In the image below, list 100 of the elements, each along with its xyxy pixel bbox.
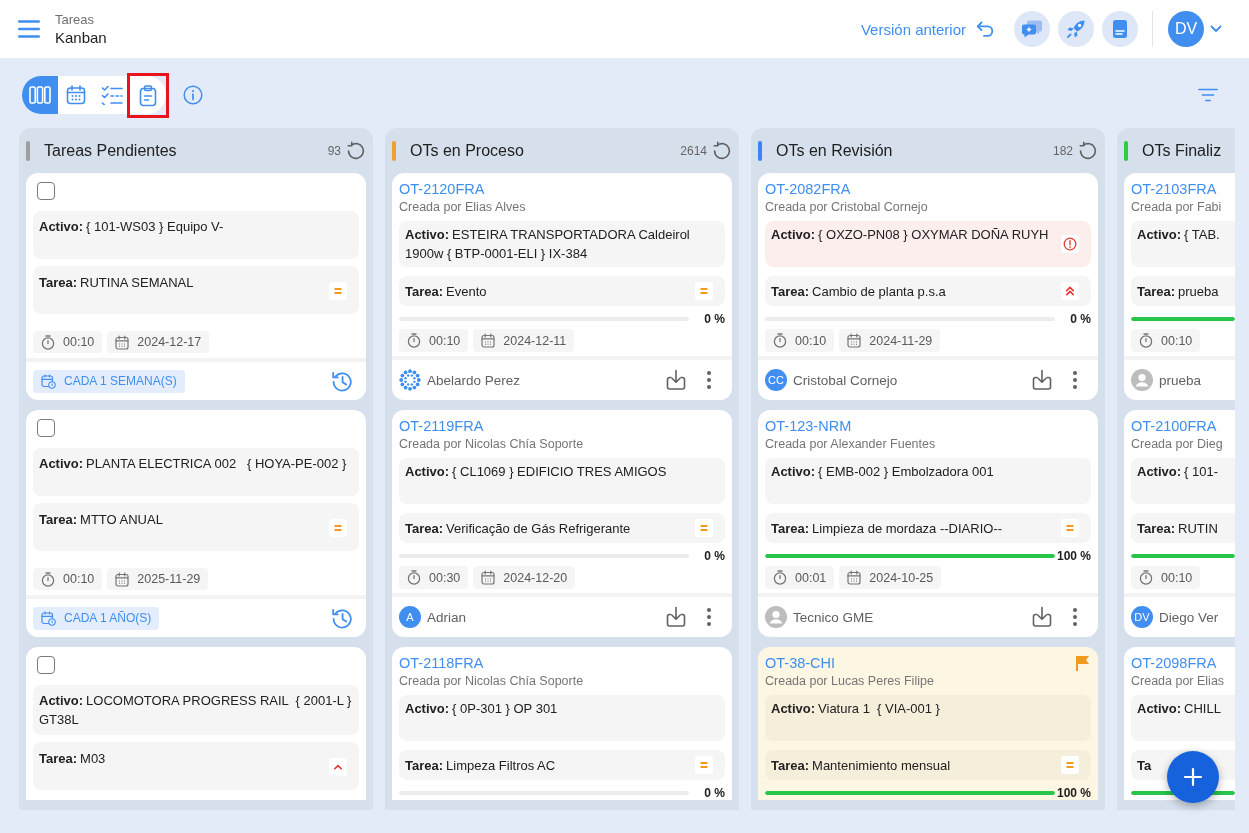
duration-text: 00:10	[1161, 333, 1193, 348]
plus-icon	[1183, 767, 1203, 787]
notes-button[interactable]	[1102, 11, 1138, 47]
document-icon	[1112, 19, 1128, 39]
more-vertical-icon[interactable]	[1073, 371, 1077, 389]
chat-button[interactable]	[1014, 11, 1050, 47]
task-text: Tarea: Evento	[405, 282, 488, 301]
asset-text: Activo: { CL1069 } EDIFICIO TRES AMIGOS	[405, 463, 668, 481]
task-text: Tarea: M03	[39, 750, 107, 768]
stopwatch-icon	[407, 333, 421, 348]
calendar-icon	[847, 333, 862, 348]
task-text: Tarea: RUTINA SEMANAL	[39, 274, 195, 292]
work-order-link[interactable]: OT-2119FRA	[399, 416, 484, 436]
calendar-icon	[481, 333, 496, 348]
asset-text: Activo: { TAB.	[1137, 226, 1221, 244]
recurrence-label: CADA 1 AÑO(S)	[64, 611, 152, 625]
progress-text: 100 %	[1055, 786, 1091, 800]
history-icon[interactable]	[331, 370, 353, 392]
more-vertical-icon[interactable]	[707, 371, 711, 389]
creator-text: Creada por Fabi	[1131, 199, 1222, 216]
asset-text: Activo: { 101-WS03 } Equipo V-	[39, 218, 225, 236]
column-count: 182	[1052, 143, 1073, 158]
refresh-icon[interactable]	[346, 140, 366, 161]
creator-text: Creada por Cristobal Cornejo	[765, 199, 928, 216]
breadcrumb-text[interactable]: Tareas	[55, 11, 107, 28]
refresh-icon[interactable]	[712, 140, 732, 161]
filter-icon[interactable]	[1198, 88, 1218, 102]
checkbox[interactable]	[37, 182, 55, 200]
assignee-name: Adrian	[427, 609, 467, 625]
calendar-icon	[847, 570, 862, 585]
work-order-link[interactable]: OT-2098FRA	[1131, 653, 1217, 673]
clipboard-view-tab[interactable]	[127, 73, 169, 118]
task-text: Tarea: Cambio de planta p.s.a	[771, 282, 947, 301]
user-avatar[interactable]: DV	[1168, 11, 1204, 47]
history-icon[interactable]	[331, 607, 353, 629]
duration-text: 00:01	[795, 570, 827, 585]
download-icon[interactable]	[1031, 606, 1053, 628]
download-icon[interactable]	[665, 606, 687, 628]
asset-text: Activo: { 101-	[1137, 463, 1220, 481]
work-order-link[interactable]: OT-2120FRA	[399, 179, 485, 199]
board-view-tab[interactable]	[22, 76, 58, 114]
work-order-link[interactable]: OT-123-NRM	[765, 416, 852, 436]
rocket-button[interactable]	[1058, 11, 1094, 47]
stopwatch-icon	[407, 570, 421, 585]
column-title: OTs Finaliz	[1142, 141, 1222, 160]
task-text: Tarea: Verificação de Gás Refrigerante	[405, 519, 632, 538]
more-vertical-icon[interactable]	[1073, 608, 1077, 626]
user-avatar: CC	[765, 369, 787, 391]
duration-text: 00:10	[1161, 570, 1193, 585]
creator-text: Creada por Elias	[1131, 673, 1225, 690]
task-text: Tarea: prueba	[1137, 282, 1220, 301]
work-order-link[interactable]: OT-38-CHI	[765, 653, 836, 673]
asset-text: Activo: { OXZO-PN08 } OXYMAR DOÑA RUYH	[771, 226, 1050, 244]
due-date-text: 2024-12-11	[503, 333, 567, 348]
clipboard-icon	[139, 84, 157, 107]
asset-text: Activo: ESTEIRA TRANSPORTADORA Caldeirol 1900w { BTP-0001-ELI } IX-384	[405, 226, 691, 263]
columns-icon	[29, 86, 51, 104]
stopwatch-icon	[1139, 570, 1153, 585]
work-order-link[interactable]: OT-2103FRA	[1131, 179, 1217, 199]
download-icon[interactable]	[665, 369, 687, 391]
calendar-icon	[66, 85, 86, 105]
asset-text: Activo: LOCOMOTORA PROGRESS RAIL { 2001-L } GT38L	[39, 692, 353, 729]
task-text: Tarea: Limpieza de mordaza --DIARIO--	[771, 519, 1004, 538]
creator-text: Creada por Elias Alves	[399, 199, 526, 216]
calendar-icon	[481, 570, 496, 585]
download-icon[interactable]	[1031, 369, 1053, 391]
progress-text: 0 %	[703, 786, 725, 800]
checkbox[interactable]	[37, 656, 55, 674]
task-text: Tarea: Limpeza Filtros AC	[405, 756, 557, 775]
caret-down-icon[interactable]	[1210, 25, 1222, 33]
refresh-icon[interactable]	[1078, 140, 1098, 161]
assignee-name: Cristobal Cornejo	[793, 372, 898, 388]
assignee-name: Abelardo Perez	[427, 372, 521, 388]
column-count: 2614	[680, 143, 707, 158]
assignee-name: prueba	[1159, 372, 1202, 388]
stopwatch-icon	[41, 334, 55, 350]
calendar-clock-icon	[41, 373, 56, 389]
creator-text: Creada por Alexander Fuentes	[765, 436, 936, 453]
calendar-icon	[115, 334, 130, 350]
work-order-link[interactable]: OT-2118FRA	[399, 653, 484, 673]
previous-version-link[interactable]: Versión anterior	[860, 20, 994, 38]
creator-text: Creada por Lucas Peres Filipe	[765, 673, 934, 690]
undo-icon	[976, 21, 994, 37]
more-vertical-icon[interactable]	[707, 608, 711, 626]
duration-text: 00:10	[63, 335, 95, 349]
duration-text: 00:10	[795, 333, 827, 348]
progress-text: 0 %	[703, 549, 725, 563]
work-order-link[interactable]: OT-2100FRA	[1131, 416, 1217, 436]
checkbox[interactable]	[37, 419, 55, 437]
stopwatch-icon	[41, 571, 55, 587]
work-order-link[interactable]: OT-2082FRA	[765, 179, 851, 199]
progress-text: 100 %	[1055, 549, 1091, 563]
column-title: OTs en Revisión	[776, 141, 893, 160]
user-avatar: A	[399, 606, 421, 628]
duration-text: 00:10	[63, 572, 95, 586]
menu-icon	[18, 20, 40, 38]
info-icon[interactable]	[183, 85, 203, 105]
task-text: Ta	[1137, 756, 1153, 775]
duration-text: 00:30	[429, 570, 461, 585]
menu-button[interactable]	[18, 20, 40, 38]
